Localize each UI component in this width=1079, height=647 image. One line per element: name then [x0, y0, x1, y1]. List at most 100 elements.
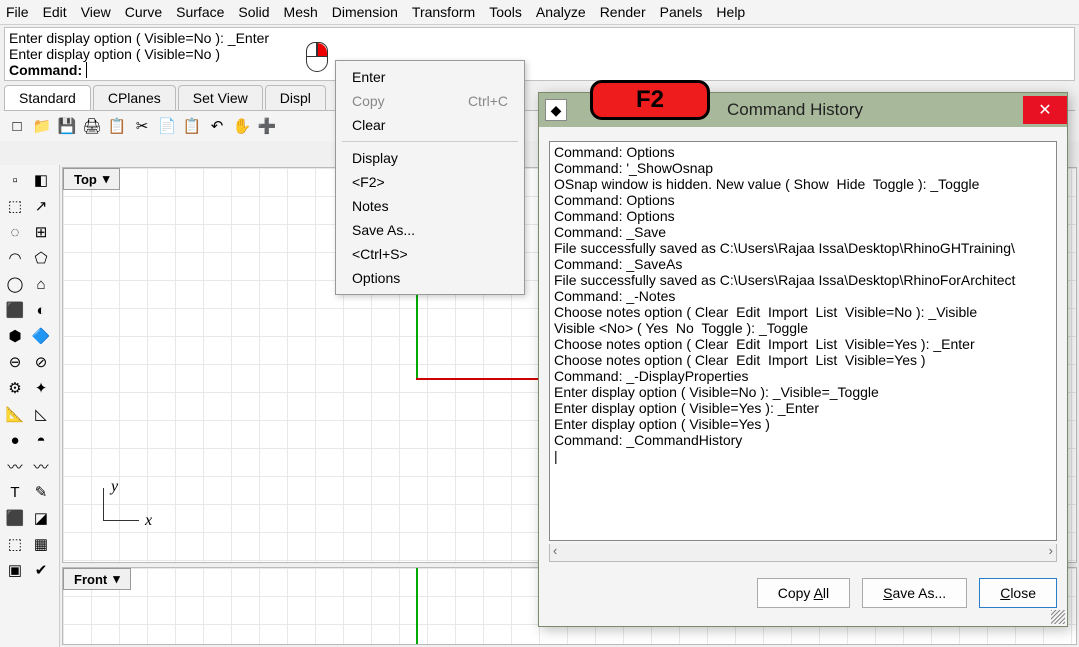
- side-icon-3-0[interactable]: ◠: [2, 245, 28, 271]
- dialog-app-icon: ◆: [545, 99, 567, 121]
- side-icon-8-1[interactable]: ✦: [28, 375, 54, 401]
- side-icon-13-1[interactable]: ◪: [28, 505, 54, 531]
- toolbar-icon-0[interactable]: □: [6, 115, 28, 137]
- menu-tools[interactable]: Tools: [489, 4, 522, 20]
- side-icon-9-0[interactable]: 📐: [2, 401, 28, 427]
- side-icon-2-0[interactable]: ◌: [2, 219, 28, 245]
- menu-edit[interactable]: Edit: [43, 4, 67, 20]
- command-input[interactable]: [86, 62, 1070, 78]
- menu-bar: File Edit View Curve Surface Solid Mesh Dimensi…: [0, 0, 1079, 25]
- axis-y-label: y: [111, 478, 118, 496]
- command-history-line-2: Enter display option ( Visible=No ): [9, 46, 1070, 62]
- axis-x-line: [416, 378, 546, 380]
- viewport-title-top[interactable]: Top ▾: [63, 168, 120, 190]
- ctx-f2[interactable]: <F2>: [340, 170, 520, 194]
- ctx-enter[interactable]: Enter: [340, 65, 520, 89]
- viewport-title-top-label: Top: [74, 172, 97, 187]
- menu-render[interactable]: Render: [600, 4, 646, 20]
- menu-panels[interactable]: Panels: [660, 4, 703, 20]
- side-icon-13-0[interactable]: ⬛: [2, 505, 28, 531]
- side-icon-12-0[interactable]: T: [2, 479, 28, 505]
- viewport-title-front[interactable]: Front ▾: [63, 568, 131, 590]
- side-icon-5-1[interactable]: ◐: [28, 297, 54, 323]
- toolbar-icon-9[interactable]: ✋: [231, 115, 253, 137]
- tab-set-view[interactable]: Set View: [178, 85, 263, 110]
- command-history-dialog: ◆ Command History ✕ Command: Options Com…: [538, 92, 1068, 627]
- ctx-notes[interactable]: Notes: [340, 194, 520, 218]
- menu-transform[interactable]: Transform: [412, 4, 475, 20]
- side-icon-0-1[interactable]: ◧: [28, 167, 54, 193]
- toolbar-icon-6[interactable]: 📄: [156, 115, 178, 137]
- copy-all-button[interactable]: Copy All: [757, 578, 850, 608]
- tab-displ[interactable]: Displ: [265, 85, 326, 110]
- menu-surface[interactable]: Surface: [176, 4, 224, 20]
- side-icon-8-0[interactable]: ⚙: [2, 375, 28, 401]
- mini-axis-x: [103, 520, 139, 521]
- toolbar-icon-1[interactable]: 📁: [31, 115, 53, 137]
- axis-x-label: x: [145, 512, 152, 530]
- side-icon-12-1[interactable]: ✎: [28, 479, 54, 505]
- menu-dimension[interactable]: Dimension: [332, 4, 398, 20]
- menu-analyze[interactable]: Analyze: [536, 4, 586, 20]
- side-icon-6-0[interactable]: ⬢: [2, 323, 28, 349]
- side-icon-4-0[interactable]: ◯: [2, 271, 28, 297]
- ctx-clear[interactable]: Clear: [340, 113, 520, 137]
- menu-view[interactable]: View: [81, 4, 111, 20]
- side-icon-4-1[interactable]: ⌂: [28, 271, 54, 297]
- viewport-dropdown-icon[interactable]: ▾: [113, 571, 120, 587]
- side-icon-7-0[interactable]: ⊖: [2, 349, 28, 375]
- menu-mesh[interactable]: Mesh: [284, 4, 318, 20]
- side-toolbar: ▫◧⬚↗◌⊞◠⬠◯⌂⬛◐⬢🔷⊖⊘⚙✦📐◺●◓〰〰T✎⬛◪⬚▦▣✔: [0, 165, 60, 647]
- side-icon-15-0[interactable]: ▣: [2, 557, 28, 583]
- toolbar-icon-8[interactable]: ↶: [206, 115, 228, 137]
- viewport-title-front-label: Front: [74, 572, 107, 587]
- side-icon-15-1[interactable]: ✔: [28, 557, 54, 583]
- side-icon-6-1[interactable]: 🔷: [28, 323, 54, 349]
- side-icon-1-0[interactable]: ⬚: [2, 193, 28, 219]
- ctx-saveas[interactable]: Save As...: [340, 218, 520, 242]
- toolbar-icon-10[interactable]: ➕: [256, 115, 278, 137]
- menu-file[interactable]: File: [6, 4, 29, 20]
- side-icon-10-0[interactable]: ●: [2, 427, 28, 453]
- toolbar-icon-7[interactable]: 📋: [181, 115, 203, 137]
- context-menu: Enter CopyCtrl+C Clear Display <F2> Note…: [335, 60, 525, 295]
- f2-badge-icon: F2: [590, 80, 710, 120]
- toolbar-icon-2[interactable]: 💾: [56, 115, 78, 137]
- side-icon-14-0[interactable]: ⬚: [2, 531, 28, 557]
- menu-solid[interactable]: Solid: [238, 4, 269, 20]
- close-button-bottom[interactable]: Close: [979, 578, 1057, 608]
- menu-help[interactable]: Help: [716, 4, 745, 20]
- side-icon-7-1[interactable]: ⊘: [28, 349, 54, 375]
- toolbar-icon-5[interactable]: ✂: [131, 115, 153, 137]
- command-history-line-1: Enter display option ( Visible=No ): _En…: [9, 30, 1070, 46]
- mini-axis-y: [103, 488, 104, 520]
- side-icon-11-1[interactable]: 〰: [28, 453, 54, 479]
- ctx-options[interactable]: Options: [340, 266, 520, 290]
- toolbar-icon-3[interactable]: 🖨: [81, 115, 103, 137]
- side-icon-1-1[interactable]: ↗: [28, 193, 54, 219]
- ctx-ctrls[interactable]: <Ctrl+S>: [340, 242, 520, 266]
- ctx-display[interactable]: Display: [340, 146, 520, 170]
- saveas-button[interactable]: Save As...: [862, 578, 967, 608]
- history-textarea[interactable]: Command: Options Command: '_ShowOsnap OS…: [549, 141, 1057, 541]
- side-icon-10-1[interactable]: ◓: [28, 427, 54, 453]
- resize-grip-icon[interactable]: [1051, 610, 1065, 624]
- horizontal-scrollbar[interactable]: [549, 544, 1057, 562]
- side-icon-9-1[interactable]: ◺: [28, 401, 54, 427]
- side-icon-11-0[interactable]: 〰: [2, 453, 28, 479]
- ctx-separator: [342, 141, 518, 142]
- close-button[interactable]: ✕: [1023, 96, 1067, 124]
- tab-cplanes[interactable]: CPlanes: [93, 85, 176, 110]
- tab-standard[interactable]: Standard: [4, 85, 91, 110]
- mouse-right-click-icon: [306, 42, 328, 72]
- menu-curve[interactable]: Curve: [125, 4, 162, 20]
- side-icon-0-0[interactable]: ▫: [2, 167, 28, 193]
- side-icon-3-1[interactable]: ⬠: [28, 245, 54, 271]
- axis-y-line-front: [416, 568, 418, 644]
- side-icon-5-0[interactable]: ⬛: [2, 297, 28, 323]
- command-area: Enter display option ( Visible=No ): _En…: [4, 27, 1075, 81]
- side-icon-14-1[interactable]: ▦: [28, 531, 54, 557]
- viewport-dropdown-icon[interactable]: ▾: [103, 171, 110, 187]
- side-icon-2-1[interactable]: ⊞: [28, 219, 54, 245]
- toolbar-icon-4[interactable]: 📋: [106, 115, 128, 137]
